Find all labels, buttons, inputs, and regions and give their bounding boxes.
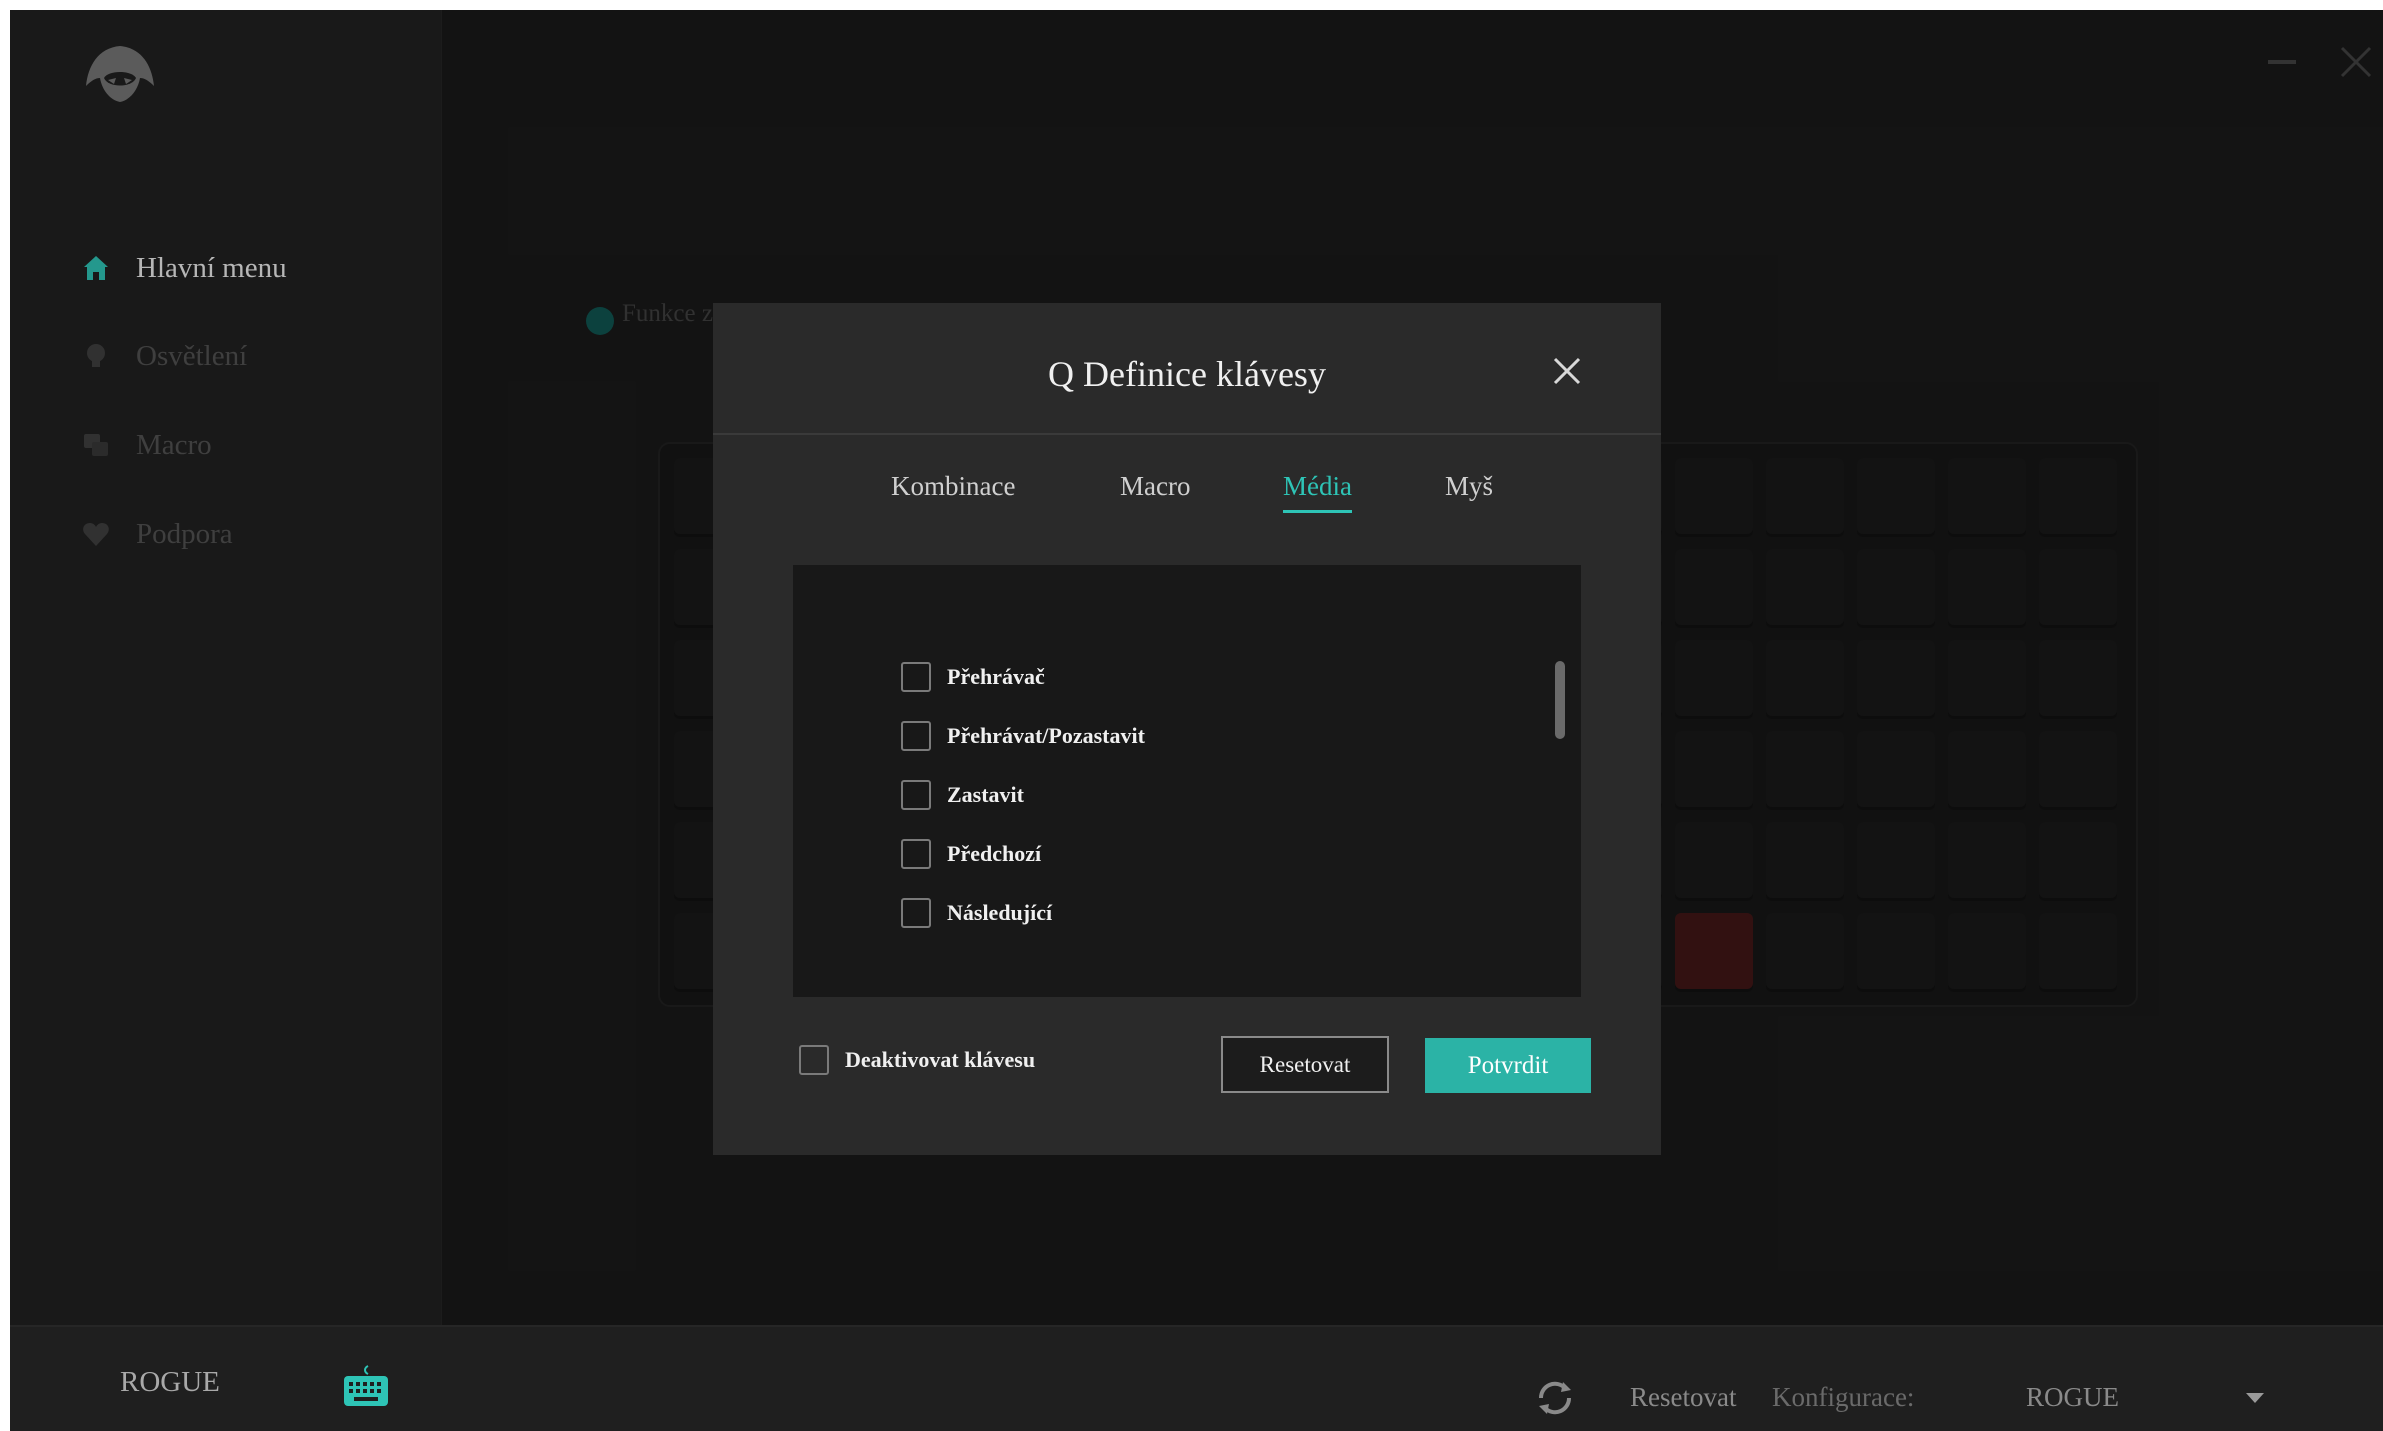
checkbox[interactable] xyxy=(901,839,931,869)
device-name: ROGUE xyxy=(120,1366,220,1398)
checkbox[interactable] xyxy=(901,898,931,928)
tab-kombinace[interactable]: Kombinace xyxy=(891,461,1015,527)
tab-bar: Kombinace Macro Média Myš xyxy=(713,461,1661,531)
deactivate-key-option[interactable]: Deaktivovat klávesu xyxy=(799,1045,1035,1075)
chevron-down-icon[interactable] xyxy=(2246,1393,2264,1403)
checkbox[interactable] xyxy=(901,662,931,692)
tab-mouse[interactable]: Myš xyxy=(1445,461,1493,527)
option-player[interactable]: Přehrávač xyxy=(901,661,1045,693)
checkbox[interactable] xyxy=(901,780,931,810)
footer-reset-link[interactable]: Resetovat xyxy=(1630,1382,1736,1413)
close-icon[interactable] xyxy=(1551,355,1583,387)
scrollbar-thumb[interactable] xyxy=(1555,661,1565,739)
keyboard-icon[interactable] xyxy=(342,1362,390,1410)
config-label: Konfigurace: xyxy=(1772,1382,1915,1412)
option-play-pause[interactable]: Přehrávat/Pozastavit xyxy=(901,720,1145,752)
media-options-list: Přehrávač Přehrávat/Pozastavit Zastavit … xyxy=(793,565,1581,997)
dialog-title: Q Definice klávesy xyxy=(1048,354,1326,394)
refresh-icon[interactable] xyxy=(1535,1380,1575,1416)
tab-media[interactable]: Média xyxy=(1283,461,1352,527)
key-definition-dialog: Q Definice klávesy Kombinace Macro Média… xyxy=(713,303,1661,1155)
deactivate-label: Deaktivovat klávesu xyxy=(845,1047,1036,1072)
config-profile-select[interactable]: ROGUE xyxy=(2026,1382,2119,1413)
divider xyxy=(713,433,1661,435)
option-label: Zastavit xyxy=(947,782,1024,807)
reset-button[interactable]: Resetovat xyxy=(1221,1036,1389,1093)
option-label: Předchozí xyxy=(947,841,1042,866)
confirm-button[interactable]: Potvrdit xyxy=(1425,1038,1591,1093)
option-label: Přehrávat/Pozastavit xyxy=(947,723,1145,748)
app-window: Funkce z Hlavní menu Osvětlení Macro Pod… xyxy=(10,10,2383,1431)
option-next[interactable]: Následující xyxy=(901,897,1052,929)
option-previous[interactable]: Předchozí xyxy=(901,838,1041,870)
checkbox[interactable] xyxy=(901,721,931,751)
checkbox[interactable] xyxy=(799,1045,829,1075)
tab-macro[interactable]: Macro xyxy=(1120,461,1190,527)
option-label: Následující xyxy=(947,900,1053,925)
option-stop[interactable]: Zastavit xyxy=(901,779,1024,811)
option-label: Přehrávač xyxy=(947,664,1045,689)
